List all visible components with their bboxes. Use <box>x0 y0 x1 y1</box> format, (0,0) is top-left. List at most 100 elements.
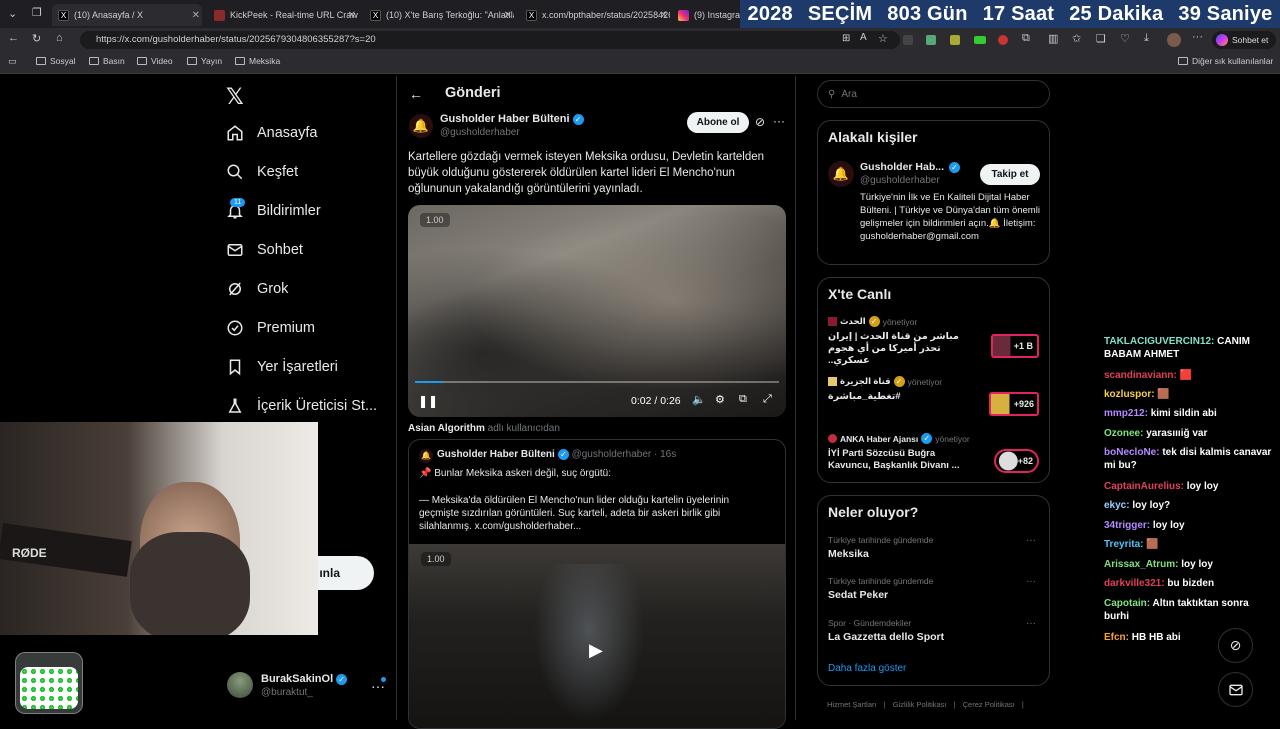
bookmark-folder-video[interactable]: Video <box>137 56 173 66</box>
url-field[interactable]: https://x.com/gusholderhaber/status/2025… <box>80 31 900 49</box>
extension-icon[interactable] <box>903 35 913 45</box>
nav-item-explore[interactable]: Keşfet <box>226 163 298 181</box>
bookmark-folder-yayin[interactable]: Yayın <box>187 56 222 66</box>
picture-in-picture-icon[interactable]: ⧉ <box>739 393 747 406</box>
extension-icon[interactable] <box>998 35 1008 45</box>
video-player[interactable]: 1.00 ❚❚ 0:02 / 0:26 🔈 ⚙ ⧉ ⤢ <box>408 205 786 417</box>
collections-icon[interactable]: ❏ <box>1096 32 1106 45</box>
tab-bpthaber[interactable]: X x.com/bpthaber/status/20258426 ✕ <box>520 4 670 26</box>
home-icon[interactable]: ⌂ <box>56 32 63 44</box>
chat-username[interactable]: Ozonee: <box>1104 428 1143 439</box>
tab-home[interactable]: X (10) Anasayfa / X ✕ <box>52 4 202 26</box>
quoted-post[interactable]: 🔔 Gusholder Haber Bülteni ✓ @gusholderhab… <box>408 439 786 729</box>
pause-icon[interactable]: ❚❚ <box>418 394 438 408</box>
chat-username[interactable]: Treyrita: <box>1104 539 1143 550</box>
tab-x-baris[interactable]: X (10) X'te Barış Terkoğlu: "Anlatılan" … <box>364 4 514 26</box>
footer-cookies-link[interactable]: Çerez Politikası <box>963 700 1015 709</box>
tab-kickpeek[interactable]: KickPeek - Real-time URL Crawler ✕ <box>208 4 358 26</box>
chat-username[interactable]: CaptainAurelius: <box>1104 481 1184 492</box>
related-name[interactable]: Gusholder Hab... ✓ <box>860 161 961 173</box>
chat-username[interactable]: Efcn: <box>1104 632 1129 643</box>
more-icon[interactable]: ··· <box>1192 31 1203 43</box>
chat-username[interactable]: boNecloNe: <box>1104 447 1160 458</box>
video-progress-track[interactable] <box>415 381 779 383</box>
tab-instagram[interactable]: (9) Instagram <box>676 4 740 26</box>
bookmark-folder-sosyal[interactable]: Sosyal <box>36 56 76 66</box>
chat-username[interactable]: Arissax_Atrum: <box>1104 559 1178 570</box>
live-item[interactable]: قناة الجزيرة ✓ yönetiyor #تغطية_مباشرة +… <box>828 376 1039 416</box>
nav-item-home[interactable]: Anasayfa <box>226 124 317 142</box>
back-icon[interactable]: ← <box>8 32 19 44</box>
apps-icon[interactable]: ⊞ <box>842 33 850 44</box>
chat-username[interactable]: Capotain: <box>1104 598 1150 609</box>
back-arrow-icon[interactable]: ← <box>409 86 423 102</box>
split-screen-icon[interactable]: ▥ <box>1048 32 1058 45</box>
tab-list-icon[interactable]: ⌄ <box>8 7 17 20</box>
grok-explain-icon[interactable]: ⊘ <box>755 115 765 129</box>
x-logo-icon[interactable]: 𝕏 <box>226 84 244 110</box>
follow-button[interactable]: Takip et <box>980 164 1040 185</box>
bookmark-app-icon[interactable]: ▭ <box>8 56 17 67</box>
bookmark-folder-meksika[interactable]: Meksika <box>235 56 280 66</box>
live-item[interactable]: الحدث ✓ yönetiyor مباشر من قناة الحدث | … <box>828 316 1039 367</box>
chat-username[interactable]: scandinaviann: <box>1104 370 1177 381</box>
favorites-icon[interactable]: ✩ <box>1072 32 1081 45</box>
nav-item-premium[interactable]: Premium <box>226 319 315 337</box>
user-avatar[interactable] <box>227 672 253 698</box>
nav-item-bookmarks[interactable]: Yer İşaretleri <box>226 358 338 376</box>
bookmark-folder-other[interactable]: Diğer sık kullanılanlar <box>1178 56 1273 66</box>
nav-item-notifications[interactable]: 11 Bildirimler <box>226 198 321 220</box>
extension-icon[interactable] <box>950 35 960 45</box>
trend-more-icon[interactable]: ··· <box>1026 618 1036 629</box>
video-source-user[interactable]: Asian Algorithm <box>408 423 485 434</box>
quote-video[interactable]: 1.00 ▶ <box>409 544 785 728</box>
favorite-star-icon[interactable]: ☆ <box>878 32 888 45</box>
close-icon[interactable]: ✕ <box>660 10 668 21</box>
workspaces-icon[interactable]: ❐ <box>32 6 42 19</box>
chat-username[interactable]: mmp212: <box>1104 408 1148 419</box>
chat-message: darkville321: bu bizden <box>1104 577 1274 590</box>
heart-icon[interactable]: ♡ <box>1120 32 1130 45</box>
related-avatar[interactable]: 🔔 <box>828 161 854 187</box>
subscribe-button[interactable]: Abone ol <box>687 112 749 133</box>
settings-gear-icon[interactable]: ⚙ <box>715 393 725 406</box>
nav-item-creator-studio[interactable]: İçerik Üreticisi St... <box>226 397 377 415</box>
fullscreen-icon[interactable]: ⤢ <box>763 393 772 406</box>
downloads-icon[interactable]: ⤓ <box>1144 32 1149 45</box>
trend-item[interactable]: Türkiye tarihinde gündemde Sedat Peker ·… <box>828 576 1038 601</box>
live-item[interactable]: ANKA Haber Ajansı ✓ yönetiyor İYİ Parti … <box>828 433 1039 473</box>
chat-username[interactable]: 34trigger: <box>1104 520 1150 531</box>
search-box[interactable]: ⚲ Ara <box>817 80 1050 108</box>
author-name[interactable]: Gusholder Haber Bülteni ✓ <box>440 113 584 125</box>
trend-item[interactable]: Spor · Gündemdekiler La Gazzetta dello S… <box>828 618 1038 643</box>
footer-terms-link[interactable]: Hizmet Şartları <box>827 700 877 709</box>
chat-username[interactable]: kozluspor: <box>1104 389 1155 400</box>
footer-privacy-link[interactable]: Gizlilik Politikası <box>893 700 947 709</box>
reload-icon[interactable]: ↻ <box>32 32 41 45</box>
trend-item[interactable]: Türkiye tarihinde gündemde Meksika ··· <box>828 535 1038 560</box>
nav-item-chat[interactable]: Sohbet <box>226 241 303 259</box>
chat-username[interactable]: darkville321: <box>1104 578 1165 589</box>
volume-icon[interactable]: 🔈 <box>692 393 706 406</box>
trend-more-icon[interactable]: ··· <box>1026 576 1036 587</box>
bookmark-folder-basin[interactable]: Basın <box>89 56 125 66</box>
close-icon[interactable]: ✕ <box>348 10 356 21</box>
messages-float-button[interactable] <box>1218 672 1253 707</box>
close-icon[interactable]: ✕ <box>192 10 200 21</box>
copilot-chat-button[interactable]: Sohbet et <box>1212 31 1276 49</box>
close-icon[interactable]: ✕ <box>504 10 512 21</box>
extension-icon[interactable] <box>926 35 936 45</box>
grok-float-button[interactable]: ⊘ <box>1218 628 1253 663</box>
profile-avatar[interactable] <box>1167 33 1181 47</box>
zoom-icon[interactable]: A <box>860 32 867 43</box>
extension-icon[interactable] <box>974 36 986 44</box>
play-icon[interactable]: ▶ <box>589 640 603 661</box>
author-avatar[interactable]: 🔔 <box>409 114 433 138</box>
chat-username[interactable]: ekyc: <box>1104 500 1130 511</box>
puzzle-icon[interactable]: ⧉ <box>1022 32 1030 45</box>
post-more-icon[interactable]: ··· <box>773 114 785 128</box>
nav-item-grok[interactable]: Grok <box>226 280 288 298</box>
show-more-link[interactable]: Daha fazla göster <box>828 663 906 674</box>
trend-more-icon[interactable]: ··· <box>1026 535 1036 546</box>
chat-username[interactable]: TAKLACIGUVERCIN12: <box>1104 336 1214 347</box>
